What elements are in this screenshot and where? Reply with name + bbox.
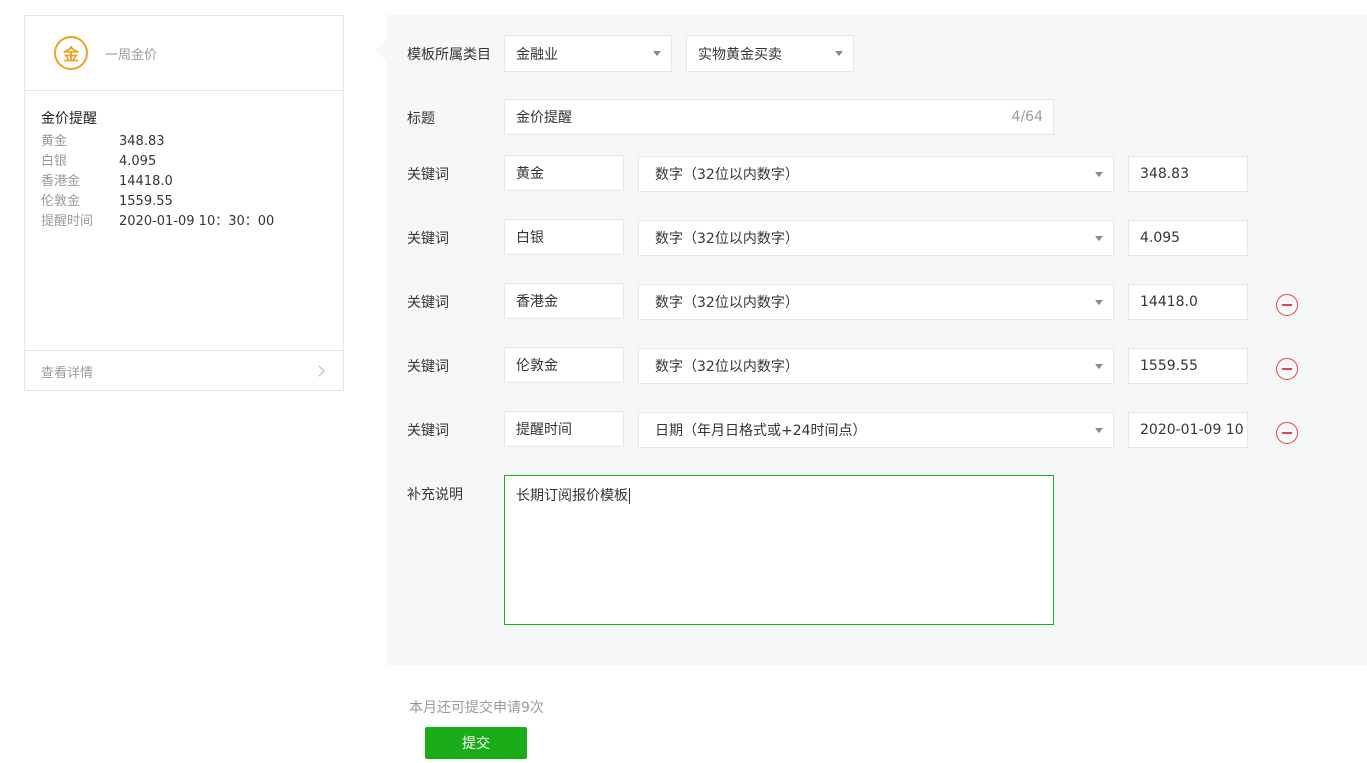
keyword-type-value: 数字（32位以内数字） — [655, 295, 799, 311]
app-name: 一周金价 — [105, 47, 158, 63]
template-preview-card: 金 一周金价 金价提醒 黄金 348.83 白银 4.095 香港金 14418… — [24, 15, 344, 391]
view-details-label: 查看详情 — [41, 365, 94, 381]
caret-down-icon — [1095, 364, 1103, 369]
category-secondary-value: 实物黄金买卖 — [698, 46, 782, 63]
card-row: 香港金 14418.0 — [41, 172, 327, 192]
keyword-name-input[interactable]: 香港金 — [504, 283, 624, 319]
keyword-type-select[interactable]: 数字（32位以内数字） — [638, 156, 1114, 192]
keyword-name-value: 提醒时间 — [516, 422, 572, 438]
keyword-name-value: 黄金 — [516, 166, 544, 182]
caret-down-icon — [1095, 172, 1103, 177]
keyword-example-input[interactable]: 348.83 — [1128, 156, 1248, 192]
keyword-type-select[interactable]: 日期（年月日格式或+24时间点） — [638, 412, 1114, 448]
keyword-name-value: 伦敦金 — [516, 358, 558, 374]
keyword-name-input[interactable]: 白银 — [504, 219, 624, 255]
card-row-key: 白银 — [41, 154, 68, 169]
keyword-label: 关键词 — [407, 359, 449, 375]
keyword-example-input[interactable]: 1559.55 — [1128, 348, 1248, 384]
keyword-type-value: 数字（32位以内数字） — [655, 167, 799, 183]
submit-button[interactable]: 提交 — [425, 727, 527, 759]
keyword-example-value: 348.83 — [1140, 166, 1189, 182]
card-title: 金价提醒 — [41, 111, 97, 127]
card-row-value: 14418.0 — [119, 174, 173, 189]
keyword-example-value: 2020-01-09 10 — [1140, 422, 1244, 438]
card-header: 金 一周金价 — [25, 16, 343, 91]
card-body: 金价提醒 黄金 348.83 白银 4.095 香港金 14418.0 伦敦金 … — [25, 91, 343, 351]
notes-value: 长期订阅报价模板 — [516, 488, 628, 504]
caret-down-icon — [1095, 300, 1103, 305]
remove-keyword-icon[interactable] — [1276, 358, 1298, 380]
notes-textarea[interactable]: 长期订阅报价模板 — [504, 475, 1054, 625]
card-row: 白银 4.095 — [41, 152, 327, 172]
title-char-counter: 4/64 — [1011, 109, 1043, 125]
remove-keyword-icon[interactable] — [1276, 422, 1298, 444]
caret-down-icon — [653, 51, 661, 56]
category-label: 模板所属类目 — [407, 47, 491, 63]
keyword-example-input[interactable]: 4.095 — [1128, 220, 1248, 256]
card-row-key: 伦敦金 — [41, 194, 81, 209]
keyword-type-value: 数字（32位以内数字） — [655, 231, 799, 247]
keyword-type-select[interactable]: 数字（32位以内数字） — [638, 220, 1114, 256]
category-primary-select[interactable]: 金融业 — [504, 35, 672, 72]
card-row-key: 提醒时间 — [41, 214, 94, 229]
keyword-label: 关键词 — [407, 167, 449, 183]
keyword-example-value: 14418.0 — [1140, 294, 1198, 310]
keyword-name-input[interactable]: 黄金 — [504, 155, 624, 191]
keyword-label: 关键词 — [407, 231, 449, 247]
keyword-name-value: 香港金 — [516, 294, 558, 310]
keyword-name-input[interactable]: 伦敦金 — [504, 347, 624, 383]
card-row-value: 2020-01-09 10：30：00 — [119, 214, 275, 229]
title-input[interactable]: 金价提醒 4/64 — [504, 99, 1054, 135]
keyword-example-input[interactable]: 14418.0 — [1128, 284, 1248, 320]
keyword-type-value: 日期（年月日格式或+24时间点） — [655, 423, 867, 439]
keyword-type-value: 数字（32位以内数字） — [655, 359, 799, 375]
category-secondary-select[interactable]: 实物黄金买卖 — [686, 35, 854, 72]
notes-label: 补充说明 — [407, 487, 463, 503]
caret-down-icon — [1095, 236, 1103, 241]
card-row-key: 黄金 — [41, 134, 68, 149]
keyword-type-select[interactable]: 数字（32位以内数字） — [638, 284, 1114, 320]
submission-quota-text: 本月还可提交申请9次 — [409, 700, 544, 716]
caret-down-icon — [1095, 428, 1103, 433]
chevron-right-icon — [313, 365, 325, 377]
keyword-label: 关键词 — [407, 423, 449, 439]
keyword-name-input[interactable]: 提醒时间 — [504, 411, 624, 447]
keyword-example-input[interactable]: 2020-01-09 10 — [1128, 412, 1248, 448]
category-primary-value: 金融业 — [516, 46, 558, 63]
keyword-name-value: 白银 — [516, 230, 544, 246]
panel-pointer — [376, 40, 386, 60]
keyword-label: 关键词 — [407, 295, 449, 311]
card-row: 伦敦金 1559.55 — [41, 192, 327, 212]
gold-coin-logo-icon: 金 — [54, 36, 88, 70]
card-row-value: 348.83 — [119, 134, 165, 149]
title-label: 标题 — [407, 111, 435, 127]
keyword-type-select[interactable]: 数字（32位以内数字） — [638, 348, 1114, 384]
card-row: 提醒时间 2020-01-09 10：30：00 — [41, 212, 327, 232]
title-input-value: 金价提醒 — [516, 110, 572, 126]
text-cursor — [629, 488, 630, 504]
card-row: 黄金 348.83 — [41, 132, 327, 152]
remove-keyword-icon[interactable] — [1276, 294, 1298, 316]
card-row-key: 香港金 — [41, 174, 81, 189]
keyword-example-value: 4.095 — [1140, 230, 1181, 246]
caret-down-icon — [835, 51, 843, 56]
card-row-value: 1559.55 — [119, 194, 173, 209]
card-row-value: 4.095 — [119, 154, 157, 169]
keyword-example-value: 1559.55 — [1140, 358, 1198, 374]
view-details-link[interactable]: 查看详情 — [25, 351, 343, 391]
